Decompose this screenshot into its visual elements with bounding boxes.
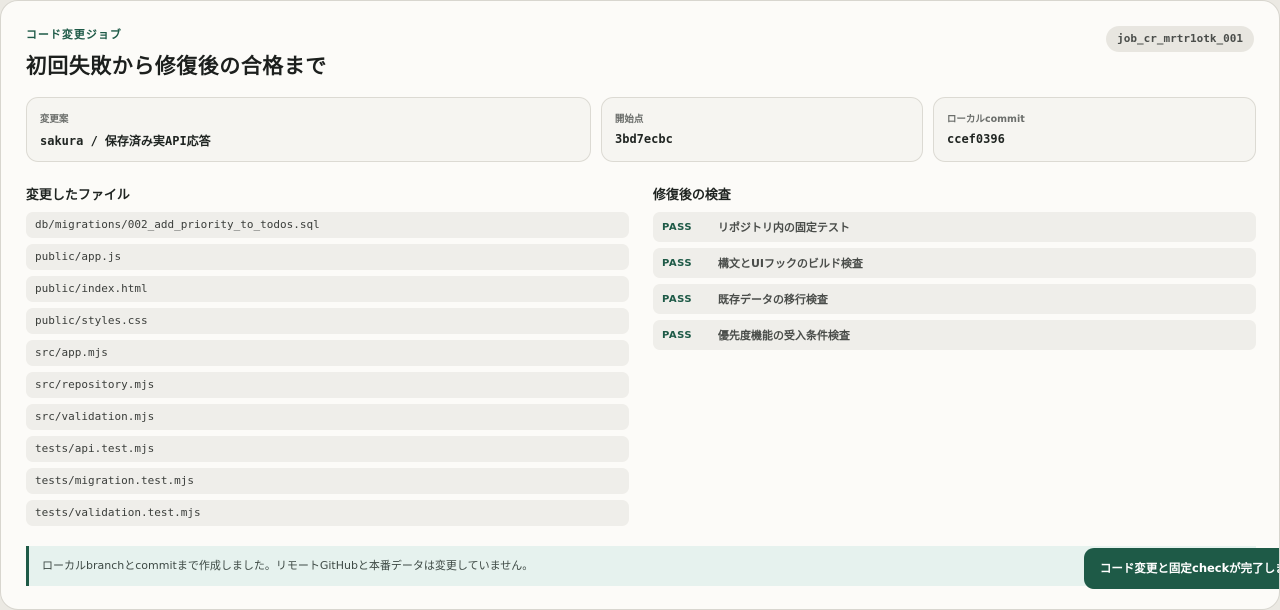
job-id-badge: job_cr_mrtr1otk_001 — [1106, 26, 1254, 52]
check-label: 構文とUIフックのビルド検査 — [718, 257, 864, 270]
page-title: 初回失敗から修復後の合格まで — [26, 54, 327, 78]
info-card-start-point: 開始点 3bd7ecbc — [601, 97, 923, 162]
changed-files-list: db/migrations/002_add_priority_to_todos.… — [26, 212, 629, 532]
info-card-label: 変更案 — [40, 114, 69, 125]
info-card-local-commit: ローカルcommit ccef0396 — [933, 97, 1256, 162]
check-item: PASS 構文とUIフックのビルド検査 — [653, 248, 1256, 278]
pass-status-badge: PASS — [662, 257, 693, 269]
job-panel: コード変更ジョブ 初回失敗から修復後の合格まで job_cr_mrtr1otk_… — [0, 0, 1280, 610]
info-card-value: sakura / 保存済み実API応答 — [40, 134, 211, 148]
files-section-title: 変更したファイル — [26, 188, 131, 203]
file-item[interactable]: db/migrations/002_add_priority_to_todos.… — [26, 212, 629, 238]
check-label: リポジトリ内の固定テスト — [718, 221, 850, 234]
file-item[interactable]: tests/migration.test.mjs — [26, 468, 629, 494]
pass-status-badge: PASS — [662, 329, 693, 341]
file-item[interactable]: src/app.mjs — [26, 340, 629, 366]
completion-toast: コード変更と固定checkが完了しました — [1084, 548, 1279, 589]
check-item: PASS 既存データの移行検査 — [653, 284, 1256, 314]
pass-status-badge: PASS — [662, 221, 693, 233]
info-card-value: 3bd7ecbc — [615, 132, 673, 146]
file-item[interactable]: public/app.js — [26, 244, 629, 270]
checks-list: PASS リポジトリ内の固定テスト PASS 構文とUIフックのビルド検査 PA… — [653, 212, 1256, 356]
check-label: 優先度機能の受入条件検査 — [718, 329, 850, 342]
file-item[interactable]: src/validation.mjs — [26, 404, 629, 430]
check-item: PASS リポジトリ内の固定テスト — [653, 212, 1256, 242]
info-card-value: ccef0396 — [947, 132, 1005, 146]
pass-status-badge: PASS — [662, 293, 693, 305]
file-item[interactable]: tests/api.test.mjs — [26, 436, 629, 462]
file-item[interactable]: src/repository.mjs — [26, 372, 629, 398]
info-card-label: ローカルcommit — [947, 114, 1025, 125]
eyebrow-label: コード変更ジョブ — [26, 28, 122, 41]
info-card-label: 開始点 — [615, 114, 644, 125]
file-item[interactable]: public/styles.css — [26, 308, 629, 334]
checks-section-title: 修復後の検査 — [653, 188, 732, 203]
check-item: PASS 優先度機能の受入条件検査 — [653, 320, 1256, 350]
notice-banner: ローカルbranchとcommitまで作成しました。リモートGitHubと本番デ… — [26, 546, 1256, 586]
file-item[interactable]: public/index.html — [26, 276, 629, 302]
info-card-proposal: 変更案 sakura / 保存済み実API応答 — [26, 97, 591, 162]
check-label: 既存データの移行検査 — [718, 293, 828, 306]
file-item[interactable]: tests/validation.test.mjs — [26, 500, 629, 526]
